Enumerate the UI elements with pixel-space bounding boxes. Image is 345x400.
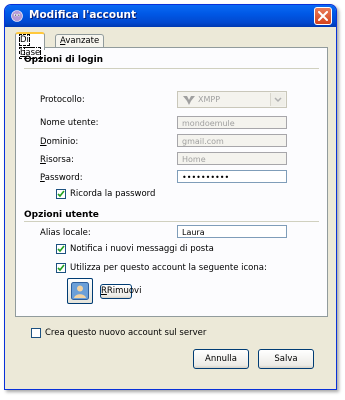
divider (24, 68, 319, 69)
tab-base[interactable]: Di base (15, 32, 46, 59)
protocol-label: Protocollo: (40, 95, 85, 105)
close-icon (318, 11, 328, 21)
resource-field[interactable]: Home (177, 152, 287, 165)
pidgin-icon (11, 10, 23, 22)
divider (24, 221, 319, 222)
check-icon (57, 264, 65, 272)
cancel-button[interactable]: Annulla (193, 349, 249, 369)
check-icon (57, 245, 65, 253)
username-label: Nome utente: (40, 118, 99, 128)
remember-password-label[interactable]: Ricorda la password (70, 189, 155, 199)
check-icon (57, 190, 65, 198)
edit-account-window: Modifica l'account Di base Avanzate Opzi… (4, 4, 337, 390)
resource-label: Risorsa: (40, 155, 74, 165)
save-button[interactable]: Salva (258, 349, 314, 369)
notify-mail-checkbox[interactable] (56, 244, 66, 254)
create-account-on-server-checkbox[interactable] (31, 328, 41, 338)
dropdown-arrow[interactable] (270, 93, 285, 106)
tab-advanced[interactable]: Avanzate (55, 34, 105, 48)
username-field[interactable]: mondoemule (177, 116, 287, 129)
domain-label: Dominio: (40, 137, 79, 147)
save-label: Salva (274, 354, 298, 364)
notify-mail-label[interactable]: Notifica i nuovi messaggi di posta (70, 244, 214, 254)
buddy-icon (71, 282, 89, 300)
create-account-on-server-label[interactable]: Crea questo nuovo account sul server (45, 328, 206, 338)
password-field[interactable]: •••••••••• (177, 170, 287, 183)
remove-icon-button[interactable]: RRimuovi (100, 284, 141, 299)
title-bar[interactable]: Modifica l'account (5, 5, 336, 27)
domain-field[interactable]: gmail.com (177, 134, 287, 147)
account-icon-button[interactable] (67, 278, 93, 304)
use-icon-label[interactable]: Utilizza per questo account la seguente … (70, 263, 267, 273)
close-button[interactable] (314, 7, 332, 25)
chevron-down-icon (274, 97, 282, 103)
password-label: Password: (40, 173, 83, 183)
protocol-select[interactable]: XMPP (177, 91, 287, 108)
protocol-value: XMPP (198, 95, 221, 104)
cancel-label: Annulla (205, 354, 237, 364)
xmpp-protocol-icon (183, 96, 195, 105)
alias-field[interactable]: Laura (177, 225, 287, 238)
tab-panel-base: Opzioni di login Protocollo: XMPP Nome u… (15, 47, 328, 317)
use-icon-checkbox[interactable] (56, 263, 66, 273)
alias-label: Alias locale: (40, 228, 91, 238)
user-options-heading: Opzioni utente (24, 210, 99, 220)
remove-label: Rimuovi (106, 286, 142, 296)
window-title: Modifica l'account (29, 9, 137, 21)
remember-password-checkbox[interactable] (56, 189, 66, 199)
